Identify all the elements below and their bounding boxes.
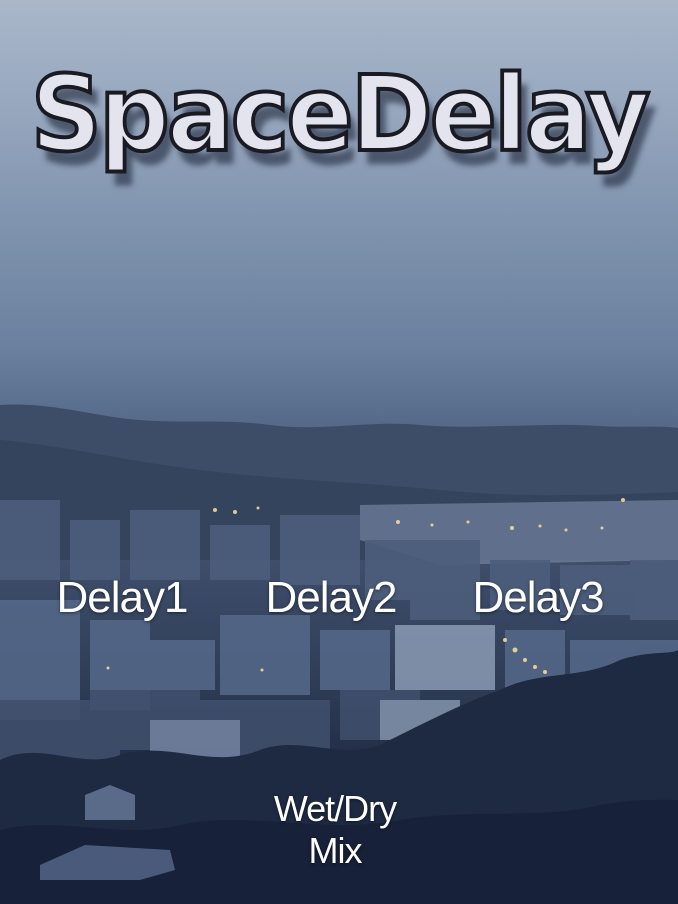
wet-dry-mix-control[interactable]: Wet/Dry Mix [245, 788, 425, 872]
wet-dry-mix-label-line2: Mix [308, 830, 363, 871]
delay1-control[interactable]: Delay1 [37, 572, 207, 624]
app-title: SpaceDelay [29, 53, 652, 175]
delay3-control[interactable]: Delay3 [453, 572, 623, 624]
plugin-window: SpaceDelay Delay1 Delay2 Delay3 Wet/Dry … [0, 0, 678, 904]
wet-dry-mix-label-line1: Wet/Dry [273, 788, 397, 829]
delay2-control[interactable]: Delay2 [246, 572, 416, 624]
